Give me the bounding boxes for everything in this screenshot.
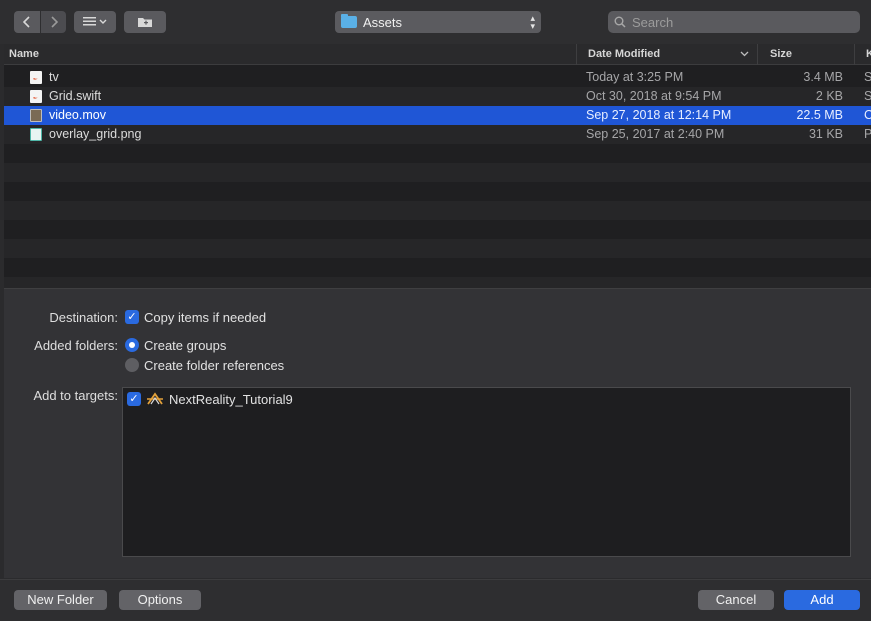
movie-file-icon bbox=[30, 109, 42, 122]
swift-file-icon bbox=[30, 71, 42, 84]
target-row[interactable]: ✓ NextReality_Tutorial9 bbox=[127, 391, 367, 407]
checkmark-icon: ✓ bbox=[127, 392, 141, 406]
column-divider[interactable] bbox=[757, 44, 758, 65]
targets-list[interactable]: ✓ NextReality_Tutorial9 bbox=[122, 387, 851, 557]
empty-row bbox=[4, 277, 871, 288]
column-divider[interactable] bbox=[854, 44, 855, 65]
empty-row bbox=[4, 239, 871, 258]
file-date: Sep 27, 2018 at 12:14 PM bbox=[586, 108, 732, 122]
file-row[interactable]: tv Today at 3:25 PM 3.4 MB S bbox=[4, 68, 871, 87]
chevron-right-icon bbox=[50, 16, 58, 28]
search-icon bbox=[614, 16, 626, 28]
file-kind: S bbox=[864, 89, 871, 103]
new-folder-icon-button[interactable] bbox=[124, 11, 166, 33]
destination-label: Destination: bbox=[49, 310, 118, 325]
view-options-button[interactable] bbox=[74, 11, 116, 33]
folder-icon bbox=[341, 14, 357, 28]
create-groups-label: Create groups bbox=[144, 338, 227, 353]
copy-items-label: Copy items if needed bbox=[144, 310, 267, 325]
create-folder-references-radio[interactable]: Create folder references bbox=[125, 358, 305, 374]
location-popup[interactable]: Assets ▴ ▾ bbox=[335, 11, 541, 33]
checkmark-icon: ✓ bbox=[125, 310, 139, 324]
radio-unselected-icon bbox=[125, 358, 139, 372]
column-header-date[interactable]: Date Modified bbox=[588, 44, 660, 65]
file-kind: P bbox=[864, 127, 871, 141]
toolbar: Assets ▴ ▾ bbox=[0, 0, 871, 44]
empty-row bbox=[4, 163, 871, 182]
app-target-icon bbox=[147, 392, 163, 405]
file-size: 3.4 MB bbox=[803, 70, 843, 84]
new-folder-button[interactable]: New Folder bbox=[14, 590, 107, 610]
file-size: 22.5 MB bbox=[796, 108, 843, 122]
file-kind: C bbox=[864, 108, 871, 122]
column-header-name[interactable]: Name bbox=[9, 44, 39, 65]
added-folders-label: Added folders: bbox=[34, 338, 118, 353]
add-button[interactable]: Add bbox=[784, 590, 860, 610]
target-name: NextReality_Tutorial9 bbox=[169, 392, 293, 407]
sort-chevron-icon bbox=[740, 51, 749, 57]
cancel-button[interactable]: Cancel bbox=[698, 590, 774, 610]
column-header-size[interactable]: Size bbox=[770, 44, 792, 65]
radio-selected-icon bbox=[125, 338, 139, 352]
updown-arrows-icon: ▴ ▾ bbox=[530, 13, 535, 31]
new-folder-icon bbox=[138, 18, 152, 27]
location-label: Assets bbox=[363, 14, 403, 30]
file-row-selected[interactable]: video.mov Sep 27, 2018 at 12:14 PM 22.5 … bbox=[4, 106, 871, 125]
forward-button[interactable] bbox=[41, 11, 66, 33]
file-date: Oct 30, 2018 at 9:54 PM bbox=[586, 89, 722, 103]
empty-row bbox=[4, 201, 871, 220]
swift-file-icon bbox=[30, 90, 42, 103]
copy-items-checkbox[interactable]: ✓ Copy items if needed bbox=[125, 310, 285, 326]
back-button[interactable] bbox=[14, 11, 40, 33]
file-size: 2 KB bbox=[815, 89, 843, 103]
search-field[interactable] bbox=[608, 11, 860, 33]
file-row[interactable]: Grid.swift Oct 30, 2018 at 9:54 PM 2 KB … bbox=[4, 87, 871, 106]
file-date: Today at 3:25 PM bbox=[586, 70, 684, 84]
file-name: Grid.swift bbox=[49, 89, 102, 103]
create-folder-references-label: Create folder references bbox=[144, 358, 285, 373]
file-list[interactable]: Name Date Modified Size K tv Today at 3:… bbox=[4, 44, 871, 288]
file-row[interactable]: overlay_grid.png Sep 25, 2017 at 2:40 PM… bbox=[4, 125, 871, 144]
file-name: overlay_grid.png bbox=[49, 127, 142, 141]
column-header-kind[interactable]: K bbox=[866, 44, 871, 65]
list-view-icon bbox=[83, 17, 107, 26]
file-name: video.mov bbox=[49, 108, 106, 122]
search-input[interactable] bbox=[632, 14, 852, 30]
file-kind: S bbox=[864, 70, 871, 84]
add-to-targets-label: Add to targets: bbox=[33, 388, 118, 403]
image-file-icon bbox=[30, 128, 42, 141]
chevron-left-icon bbox=[23, 16, 30, 28]
file-date: Sep 25, 2017 at 2:40 PM bbox=[586, 127, 725, 141]
list-header: Name Date Modified Size K bbox=[4, 44, 871, 65]
options-button[interactable]: Options bbox=[119, 590, 201, 610]
file-size: 31 KB bbox=[808, 127, 843, 141]
create-groups-radio[interactable]: Create groups bbox=[125, 338, 265, 354]
column-divider[interactable] bbox=[576, 44, 577, 65]
file-name: tv bbox=[49, 70, 59, 84]
